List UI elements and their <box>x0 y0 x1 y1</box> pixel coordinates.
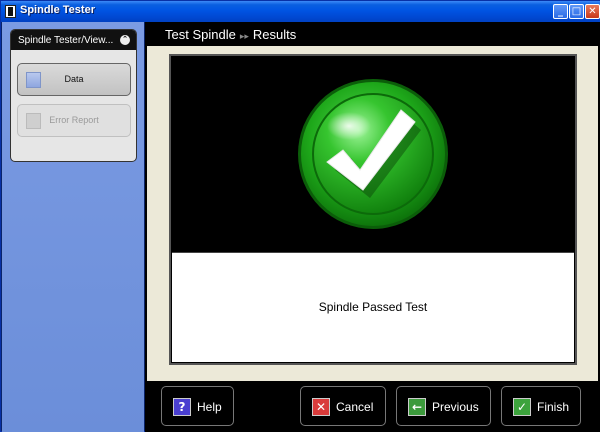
collapse-icon[interactable]: ⌃ <box>120 35 130 45</box>
breadcrumb: Test Spindle ▸▸ Results <box>165 27 296 42</box>
help-button[interactable]: ? Help <box>161 386 234 426</box>
left-pane: Spindle Tester/View... ⌃ Data Error Repo… <box>2 22 144 432</box>
content-frame: Spindle Passed Test <box>147 46 598 381</box>
result-image-area <box>171 56 575 252</box>
error-report-button[interactable]: Error Report <box>17 104 131 137</box>
result-message: Spindle Passed Test <box>318 300 428 314</box>
maximize-button[interactable]: □ <box>569 4 584 19</box>
checkmark-icon: ✓ <box>513 398 531 416</box>
breadcrumb-separator-icon: ▸▸ <box>239 31 249 41</box>
cancel-button-label: Cancel <box>336 400 374 414</box>
question-icon: ? <box>173 398 191 416</box>
error-report-button-label: Error Report <box>49 115 99 125</box>
previous-button[interactable]: ← Previous <box>396 386 491 426</box>
app-icon <box>5 5 16 18</box>
previous-button-label: Previous <box>432 400 479 414</box>
cancel-button[interactable]: ✕ Cancel <box>300 386 386 426</box>
finish-button-label: Finish <box>537 400 570 414</box>
data-button-label: Data <box>64 74 84 84</box>
task-panel-title: Spindle Tester/View... <box>18 35 114 46</box>
breadcrumb-step-results: Results <box>252 27 297 42</box>
help-button-label: Help <box>197 400 222 414</box>
green-checkmark-icon <box>298 79 448 229</box>
task-panel-header[interactable]: Spindle Tester/View... ⌃ <box>11 30 136 50</box>
result-panel: Spindle Passed Test <box>169 54 577 365</box>
task-panel: Spindle Tester/View... ⌃ Data Error Repo… <box>10 29 137 162</box>
data-button[interactable]: Data <box>17 63 131 96</box>
app-window: Spindle Tester _ □ ✕ Spindle Tester/View… <box>0 0 600 432</box>
x-icon: ✕ <box>312 398 330 416</box>
arrow-left-icon: ← <box>408 398 426 416</box>
breadcrumb-step-test-spindle: Test Spindle <box>165 27 236 42</box>
finish-button[interactable]: ✓ Finish <box>501 386 581 426</box>
title-bar[interactable]: Spindle Tester _ □ ✕ <box>1 1 600 22</box>
main-pane: Test Spindle ▸▸ Results Spindle Passed T… <box>145 22 600 432</box>
window-title: Spindle Tester <box>20 4 95 16</box>
close-button[interactable]: ✕ <box>585 4 600 19</box>
minimize-button[interactable]: _ <box>553 4 568 19</box>
result-message-area: Spindle Passed Test <box>172 252 574 362</box>
